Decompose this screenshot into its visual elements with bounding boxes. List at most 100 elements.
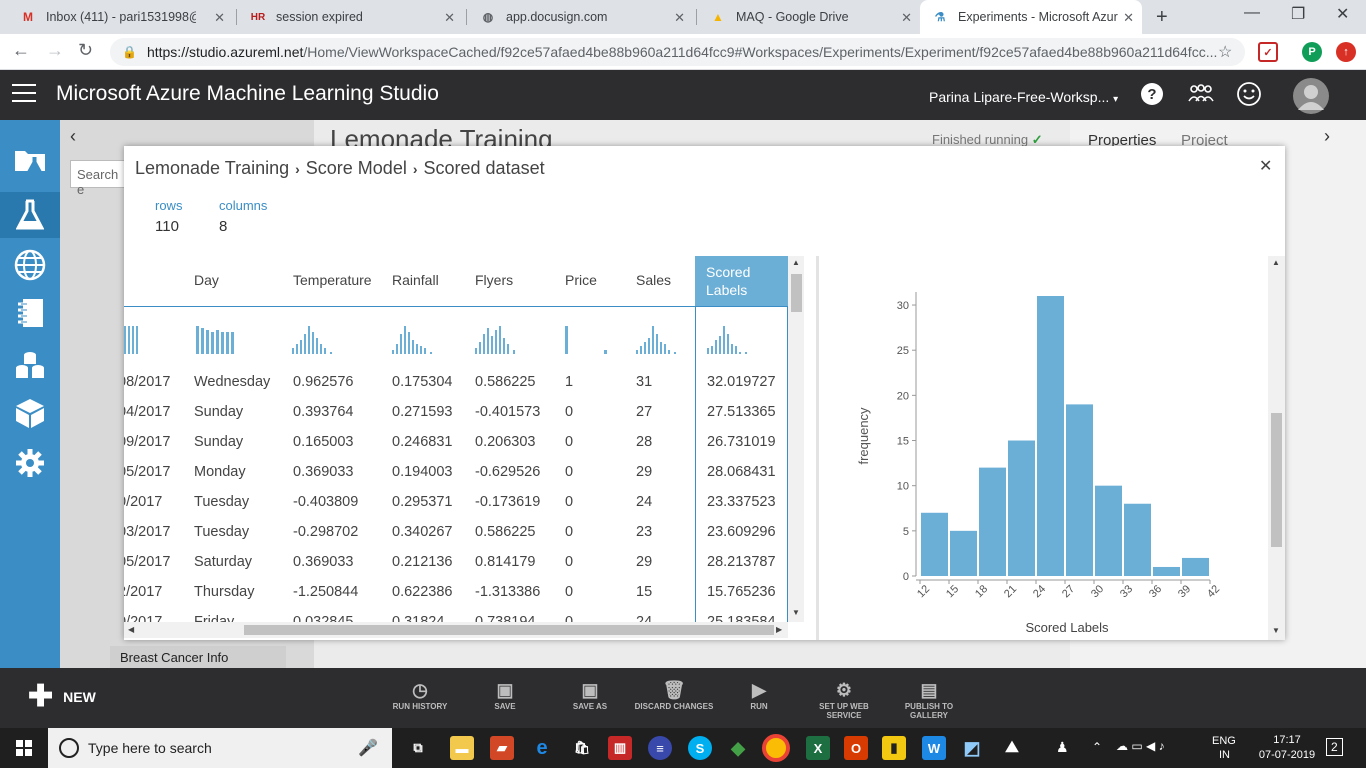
close-icon[interactable]: ✕ [1259, 156, 1272, 176]
histogram-bar[interactable] [1037, 296, 1064, 576]
column-header-day[interactable]: Day [194, 272, 219, 288]
chrome-icon[interactable] [762, 734, 790, 762]
help-icon[interactable]: ? [1139, 81, 1165, 107]
file-explorer-icon[interactable]: ▬ [450, 736, 474, 760]
palette-search-input[interactable]: Search e [70, 160, 128, 197]
experiments-icon[interactable] [0, 192, 60, 238]
palette-item-breast-cancer[interactable]: Breast Cancer Info [110, 646, 286, 668]
browser-tab-azure[interactable]: ⚗ Experiments - Microsoft Azure ✕ [920, 0, 1142, 34]
skype-icon[interactable]: S [688, 736, 712, 760]
close-tab-icon[interactable]: ✕ [1123, 10, 1134, 26]
reader-icon[interactable]: ▥ [608, 736, 632, 760]
column-header-rainfall[interactable]: Rainfall [392, 272, 439, 288]
update-icon[interactable]: ↑ [1336, 42, 1356, 62]
windows-start-icon[interactable] [16, 740, 32, 756]
excel-icon[interactable]: X [806, 736, 830, 760]
scroll-down-icon[interactable]: ▼ [792, 608, 800, 617]
histogram-price[interactable] [565, 324, 611, 354]
people-icon[interactable]: ♟ [1056, 739, 1069, 756]
new-button[interactable]: ✚ NEW [28, 682, 96, 712]
browser-tab-gmail[interactable]: M Inbox (411) - pari1531998@gm ✕ [8, 0, 233, 34]
save-as-button[interactable]: ▣ SAVE AS [550, 678, 630, 711]
powerbi-icon[interactable]: ▮ [882, 736, 906, 760]
projects-icon[interactable] [0, 136, 60, 182]
column-header-flyers[interactable]: Flyers [475, 272, 513, 288]
profile-avatar[interactable]: P [1302, 42, 1322, 62]
stats-vertical-scrollbar[interactable]: ▲ ▼ [1268, 256, 1285, 640]
web-services-icon[interactable] [0, 242, 60, 288]
reload-icon[interactable]: ↻ [78, 40, 93, 61]
tray-chevron-icon[interactable]: ⌃ [1092, 740, 1102, 754]
app-icon-tool[interactable]: ◩ [960, 736, 984, 760]
back-arrow-icon[interactable]: ← [12, 40, 30, 61]
clock[interactable]: 17:17 07-07-2019 [1256, 733, 1318, 763]
setup-web-service-button[interactable]: ⚙ SET UP WEB SERVICE [804, 678, 884, 720]
restore-icon[interactable]: ❐ [1291, 4, 1305, 24]
histogram-scored-labels[interactable] [707, 324, 753, 354]
browser-tab-drive[interactable]: ▲ MAQ - Google Drive ✕ [698, 0, 920, 34]
community-icon[interactable] [1188, 81, 1214, 107]
edge-icon[interactable]: e [530, 736, 554, 760]
tray-icons[interactable]: ☁ ▭ ◀ ♪ [1116, 739, 1165, 753]
histogram-bar[interactable] [1008, 440, 1035, 576]
browser-tab-session[interactable]: HR session expired ✕ [238, 0, 463, 34]
collapse-properties-icon[interactable]: › [1324, 126, 1330, 147]
office-icon[interactable]: O [844, 736, 868, 760]
url-input[interactable]: 🔒 https://studio.azureml.net/Home/ViewWo… [110, 38, 1245, 66]
histogram-bar[interactable] [1182, 557, 1209, 576]
hamburger-menu-icon[interactable] [12, 84, 36, 104]
histogram-day[interactable] [196, 324, 236, 354]
table-vertical-scrollbar[interactable]: ▲ ▼ [788, 256, 804, 622]
pane-divider[interactable] [816, 256, 819, 640]
photos-icon[interactable]: ⛰ [1000, 736, 1024, 760]
app-icon-red[interactable]: ▰ [490, 736, 514, 760]
breadcrumb-item[interactable]: Score Model [306, 158, 407, 178]
column-header-temperature[interactable]: Temperature [293, 272, 372, 288]
close-tab-icon[interactable]: ✕ [901, 10, 912, 26]
notebooks-icon[interactable] [0, 290, 60, 336]
microphone-icon[interactable]: 🎤 [358, 738, 378, 758]
histogram-sales[interactable] [636, 324, 682, 354]
scroll-up-icon[interactable]: ▲ [792, 258, 800, 267]
histogram-date[interactable] [124, 324, 140, 354]
extension-icon[interactable]: ✓ [1258, 42, 1278, 62]
table-horizontal-scrollbar[interactable]: ◀ ▶ [124, 622, 788, 638]
histogram-bar[interactable] [1124, 503, 1151, 576]
close-tab-icon[interactable]: ✕ [674, 10, 685, 26]
run-button[interactable]: ▶ RUN [719, 678, 799, 711]
histogram-bar[interactable] [921, 512, 948, 576]
task-view-icon[interactable]: ⧉ [406, 736, 430, 760]
trained-models-icon[interactable] [0, 390, 60, 436]
scroll-thumb[interactable] [791, 274, 802, 312]
scroll-thumb[interactable] [244, 625, 774, 635]
breadcrumb-item[interactable]: Lemonade Training [135, 158, 289, 178]
new-tab-button[interactable]: + [1156, 6, 1168, 29]
minimize-icon[interactable]: — [1244, 4, 1260, 22]
scroll-left-icon[interactable]: ◀ [128, 625, 134, 634]
taskbar-search-input[interactable]: Type here to search 🎤 [48, 728, 392, 768]
app-icon-blue[interactable]: ≡ [648, 736, 672, 760]
histogram-bar[interactable] [1153, 566, 1180, 576]
save-button[interactable]: ▣ SAVE [465, 678, 545, 711]
feedback-smiley-icon[interactable] [1236, 81, 1262, 107]
workspace-selector[interactable]: Parina Lipare-Free-Worksp... ▾ [929, 89, 1118, 105]
settings-gear-icon[interactable] [0, 440, 60, 486]
column-header-scored-labels[interactable]: Scored Labels [695, 256, 788, 306]
histogram-flyers[interactable] [475, 324, 521, 354]
histogram-bar[interactable] [1095, 485, 1122, 576]
histogram-bar[interactable] [979, 467, 1006, 576]
app-icon-w[interactable]: W [922, 736, 946, 760]
discard-changes-button[interactable]: 🗑 DISCARD CHANGES [634, 678, 714, 711]
histogram-rainfall[interactable] [392, 324, 438, 354]
language-indicator[interactable]: ENG IN [1212, 734, 1236, 762]
column-header-price[interactable]: Price [565, 272, 597, 288]
scroll-right-icon[interactable]: ▶ [776, 625, 782, 634]
datasets-icon[interactable] [0, 342, 60, 388]
bookmark-star-icon[interactable]: ☆ [1218, 42, 1232, 62]
collapse-palette-icon[interactable]: ‹ [70, 126, 76, 147]
run-history-button[interactable]: ◷ RUN HISTORY [380, 678, 460, 711]
histogram-temperature[interactable] [292, 324, 338, 354]
scroll-thumb[interactable] [1271, 413, 1282, 547]
publish-gallery-button[interactable]: ▤ PUBLISH TO GALLERY [889, 678, 969, 720]
window-close-icon[interactable]: ✕ [1336, 4, 1349, 24]
